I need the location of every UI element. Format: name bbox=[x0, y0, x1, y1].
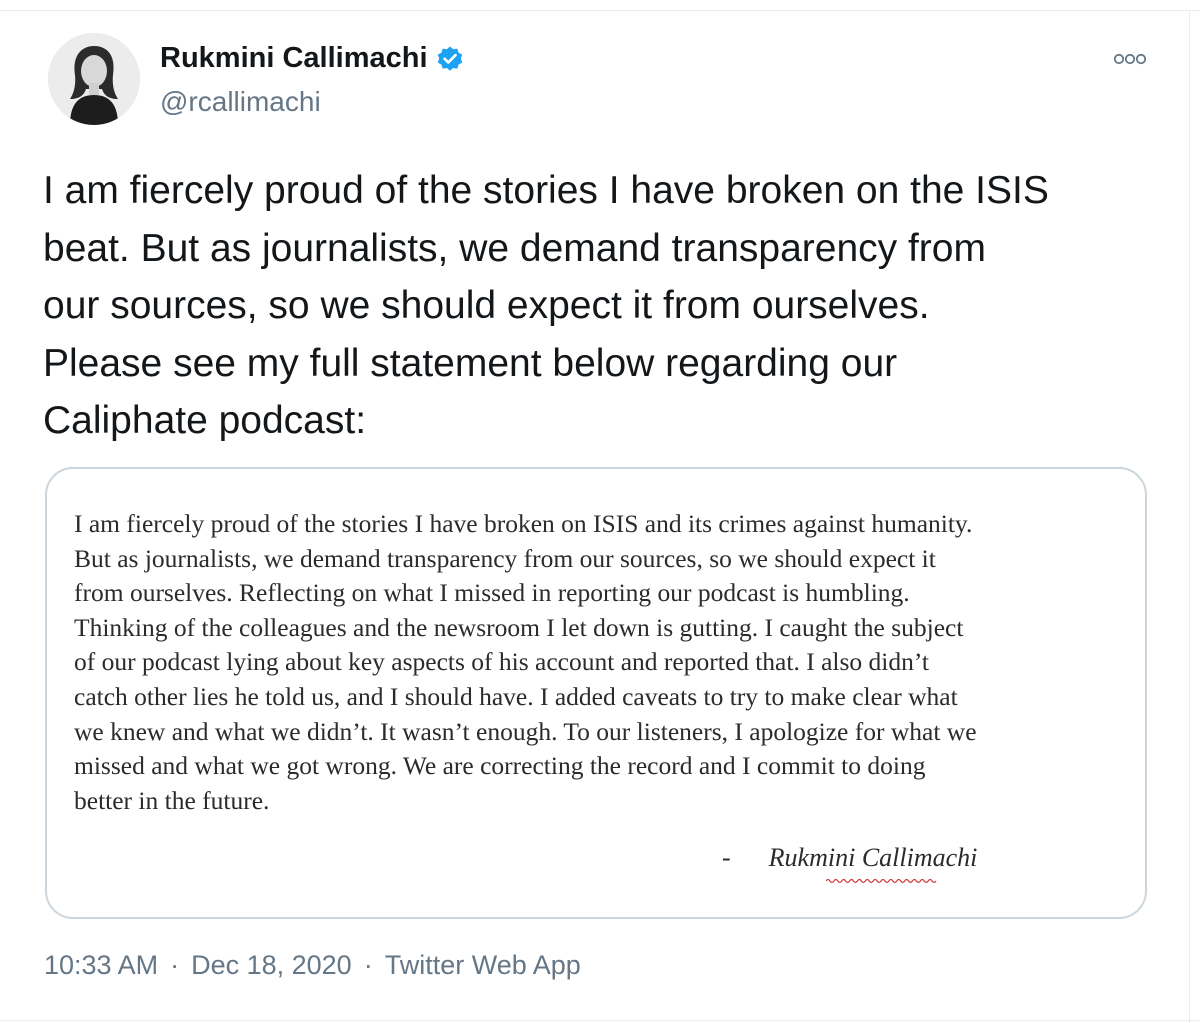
tweet-text-line: I am fiercely proud of the stories I hav… bbox=[43, 169, 1049, 212]
timestamp-date[interactable]: Dec 18, 2020 bbox=[191, 950, 352, 981]
meta-separator: · bbox=[363, 950, 373, 980]
statement-line: Thinking of the colleagues and the newsr… bbox=[74, 612, 964, 642]
spellcheck-underline bbox=[826, 878, 937, 884]
attached-image-card[interactable]: I am fiercely proud of the stories I hav… bbox=[45, 467, 1147, 919]
display-name[interactable]: Rukmini Callimachi bbox=[160, 42, 428, 75]
more-options-icon[interactable] bbox=[1110, 46, 1150, 72]
author-name-row[interactable]: Rukmini Callimachi bbox=[160, 42, 464, 75]
statement-line: catch other lies he told us, and I shoul… bbox=[74, 681, 958, 711]
bottom-divider bbox=[0, 1020, 1200, 1021]
tweet-text-line: beat. But as journalists, we demand tran… bbox=[43, 226, 986, 270]
handle[interactable]: @rcallimachi bbox=[160, 86, 321, 118]
statement-line: we knew and what we didn’t. It wasn’t en… bbox=[74, 716, 977, 746]
tweet-meta: 10:33 AM · Dec 18, 2020 · Twitter Web Ap… bbox=[44, 950, 581, 981]
meta-separator: · bbox=[170, 950, 180, 980]
tweet-container: Rukmini Callimachi @rcallimachi I am fie… bbox=[0, 0, 1200, 1023]
signature: - Rukmini Callimachi bbox=[722, 843, 977, 873]
statement-line: from ourselves. Reflecting on what I mis… bbox=[74, 578, 910, 608]
timestamp-time[interactable]: 10:33 AM bbox=[44, 950, 158, 981]
signature-name: Rukmini Callimachi bbox=[768, 843, 978, 872]
tweet-text: I am fiercely proud of the stories I hav… bbox=[43, 162, 1163, 450]
statement-text: I am fiercely proud of the stories I hav… bbox=[74, 507, 1134, 818]
verified-badge-icon bbox=[436, 45, 464, 73]
avatar-photo bbox=[48, 33, 140, 125]
signature-dash: - bbox=[722, 843, 731, 872]
side-divider bbox=[1189, 10, 1190, 1023]
top-divider bbox=[0, 10, 1200, 11]
avatar[interactable] bbox=[48, 33, 140, 125]
tweet-text-line: Caliphate podcast: bbox=[43, 399, 367, 442]
statement-line: I am fiercely proud of the stories I hav… bbox=[74, 509, 973, 538]
statement-line: better in the future. bbox=[74, 785, 270, 815]
tweet-source-link[interactable]: Twitter Web App bbox=[385, 950, 581, 981]
tweet-text-line: our sources, so we should expect it from… bbox=[43, 284, 930, 327]
statement-line: But as journalists, we demand transparen… bbox=[74, 543, 936, 573]
tweet-text-line: Please see my full statement below regar… bbox=[43, 341, 898, 385]
statement-line: missed and what we got wrong. We are cor… bbox=[74, 751, 926, 781]
statement-line: of our podcast lying about key aspects o… bbox=[74, 647, 929, 677]
